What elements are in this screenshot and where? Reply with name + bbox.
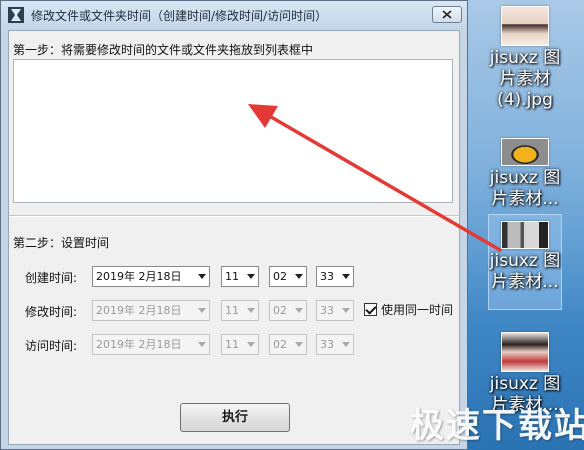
access-hour-value: 11 (225, 338, 239, 351)
chevron-down-icon (198, 274, 206, 279)
access-date-value: 2019年 2月18日 (96, 338, 182, 351)
chevron-down-icon (198, 308, 206, 313)
chevron-down-icon (342, 308, 350, 313)
chevron-down-icon (295, 342, 303, 347)
create-time-label: 创建时间: (25, 271, 78, 285)
desktop-file-label: jisuxz 图片素材... (489, 168, 561, 209)
image-thumbnail-icon (501, 221, 549, 249)
step2-label: 第二步：设置时间 (13, 236, 110, 250)
access-minute-select[interactable]: 02 (269, 334, 307, 355)
chevron-down-icon (247, 308, 255, 313)
desktop-file-item[interactable]: jisuxz 图片素材... (488, 214, 562, 310)
file-drop-list[interactable] (13, 59, 453, 203)
access-minute-value: 02 (273, 338, 287, 351)
modify-date-value: 2019年 2月18日 (96, 304, 182, 317)
modify-minute-value: 02 (273, 304, 287, 317)
desktop-file-item[interactable]: jisuxz 图片素材(4).jpg (488, 2, 562, 128)
execute-button[interactable]: 执行 (180, 403, 290, 432)
desktop-file-label: jisuxz 图片素材(4).jpg (489, 48, 561, 110)
modify-date-picker[interactable]: 2019年 2月18日 (92, 300, 210, 321)
modify-second-value: 33 (320, 304, 334, 317)
chevron-down-icon (342, 342, 350, 347)
title-bar[interactable]: 修改文件或文件夹时间（创建时间/修改时间/访问时间） (1, 1, 467, 30)
desktop-file-label: jisuxz 图片素材... (489, 251, 561, 292)
dialog-body: 第一步：将需要修改时间的文件或文件夹拖放到列表框中 第二步：设置时间 创建时间:… (8, 30, 460, 445)
chevron-down-icon (342, 274, 350, 279)
chevron-down-icon (295, 274, 303, 279)
close-button[interactable] (432, 6, 462, 23)
create-date-picker[interactable]: 2019年 2月18日 (92, 266, 210, 287)
create-minute-value: 02 (273, 270, 287, 283)
modify-hour-value: 11 (225, 304, 239, 317)
same-time-option[interactable]: 使用同一时间 (364, 301, 453, 318)
step1-label: 第一步：将需要修改时间的文件或文件夹拖放到列表框中 (13, 43, 314, 57)
desktop-file-item[interactable]: jisuxz 图片素材... (488, 130, 562, 210)
create-minute-select[interactable]: 02 (269, 266, 307, 287)
image-thumbnail-icon (501, 6, 549, 46)
access-time-label: 访问时间: (25, 339, 78, 353)
create-second-value: 33 (320, 270, 334, 283)
chevron-down-icon (198, 342, 206, 347)
image-thumbnail-icon (501, 138, 549, 166)
chevron-down-icon (247, 274, 255, 279)
hourglass-icon (8, 7, 24, 23)
image-thumbnail-icon (501, 332, 549, 372)
access-date-picker[interactable]: 2019年 2月18日 (92, 334, 210, 355)
same-time-label: 使用同一时间 (381, 303, 454, 317)
modify-minute-select[interactable]: 02 (269, 300, 307, 321)
access-hour-select[interactable]: 11 (221, 334, 259, 355)
same-time-checkbox[interactable] (364, 303, 377, 316)
modify-time-label: 修改时间: (25, 305, 78, 319)
create-date-value: 2019年 2月18日 (96, 270, 182, 283)
close-icon (442, 10, 452, 19)
chevron-down-icon (295, 308, 303, 313)
create-hour-value: 11 (225, 270, 239, 283)
desktop: jisuxz 图片素材(4).jpg jisuxz 图片素材... jisuxz… (468, 0, 584, 450)
modify-hour-select[interactable]: 11 (221, 300, 259, 321)
site-watermark: 极速下载站 (410, 406, 584, 446)
access-second-value: 33 (320, 338, 334, 351)
window-title: 修改文件或文件夹时间（创建时间/修改时间/访问时间） (31, 9, 328, 23)
create-hour-select[interactable]: 11 (221, 266, 259, 287)
chevron-down-icon (247, 342, 255, 347)
create-second-select[interactable]: 33 (316, 266, 354, 287)
access-second-select[interactable]: 33 (316, 334, 354, 355)
modify-time-dialog: 修改文件或文件夹时间（创建时间/修改时间/访问时间） 第一步：将需要修改时间的文… (0, 0, 468, 450)
modify-second-select[interactable]: 33 (316, 300, 354, 321)
section-divider (9, 215, 459, 217)
